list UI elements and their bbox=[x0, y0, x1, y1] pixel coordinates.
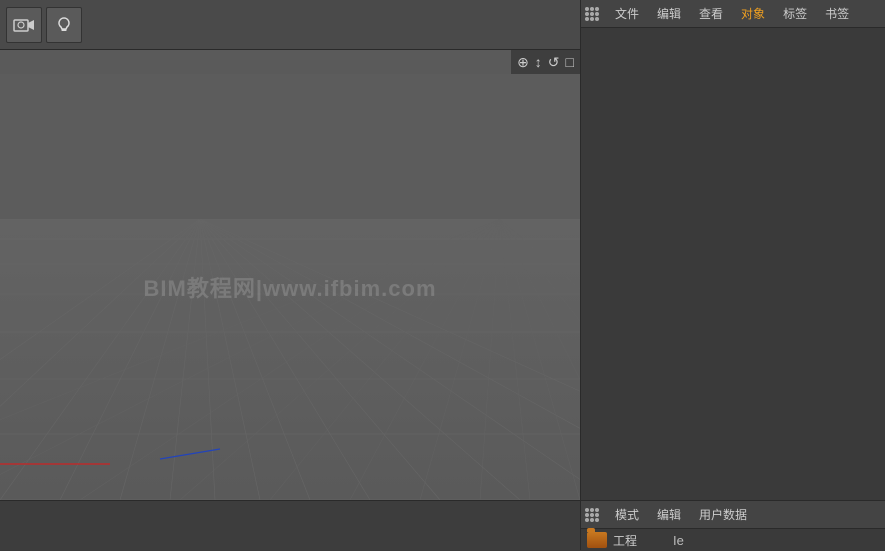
menu-edit[interactable]: 编辑 bbox=[649, 2, 689, 25]
right-panel-bottom: 模式 编辑 用户数据 工程 Ie bbox=[580, 500, 885, 550]
grid-icon bbox=[585, 7, 599, 21]
menu-edit-bottom[interactable]: 编辑 bbox=[649, 503, 689, 526]
down-icon[interactable]: ↕ bbox=[535, 54, 542, 70]
project-label: 工程 bbox=[613, 532, 637, 549]
menu-file[interactable]: 文件 bbox=[607, 2, 647, 25]
right-menubar: 文件 编辑 查看 对象 标签 书签 bbox=[581, 0, 885, 28]
menu-view[interactable]: 查看 bbox=[691, 2, 731, 25]
bottom-bar-left bbox=[0, 500, 580, 550]
menu-tags[interactable]: 标签 bbox=[775, 2, 815, 25]
viewport-area: ⊕ ↕ ↺ □ bbox=[0, 50, 580, 500]
folder-icon bbox=[587, 532, 607, 548]
camera-button[interactable] bbox=[6, 7, 42, 43]
right-bottom-menubar: 模式 编辑 用户数据 bbox=[581, 501, 885, 529]
viewport-3d[interactable]: BIM教程网|www.ifbim.com bbox=[0, 74, 580, 500]
menu-bookmarks[interactable]: 书签 bbox=[817, 2, 857, 25]
frame-icon[interactable]: □ bbox=[566, 54, 574, 70]
viewport-toolbar: ⊕ ↕ ↺ □ bbox=[511, 50, 580, 74]
right-bottom-content: 工程 Ie bbox=[581, 529, 885, 551]
right-panel-top: 文件 编辑 查看 对象 标签 书签 bbox=[580, 0, 885, 500]
move-icon[interactable]: ⊕ bbox=[517, 54, 529, 71]
rotate-icon[interactable]: ↺ bbox=[548, 54, 560, 71]
ie-label: Ie bbox=[673, 533, 684, 548]
light-button[interactable] bbox=[46, 7, 82, 43]
bottom-grid-icon bbox=[585, 508, 599, 522]
right-content bbox=[581, 28, 885, 500]
menu-object[interactable]: 对象 bbox=[733, 2, 773, 25]
perspective-grid-svg bbox=[0, 74, 580, 500]
top-toolbar bbox=[0, 0, 580, 50]
menu-userdata[interactable]: 用户数据 bbox=[691, 503, 755, 526]
menu-mode[interactable]: 模式 bbox=[607, 503, 647, 526]
